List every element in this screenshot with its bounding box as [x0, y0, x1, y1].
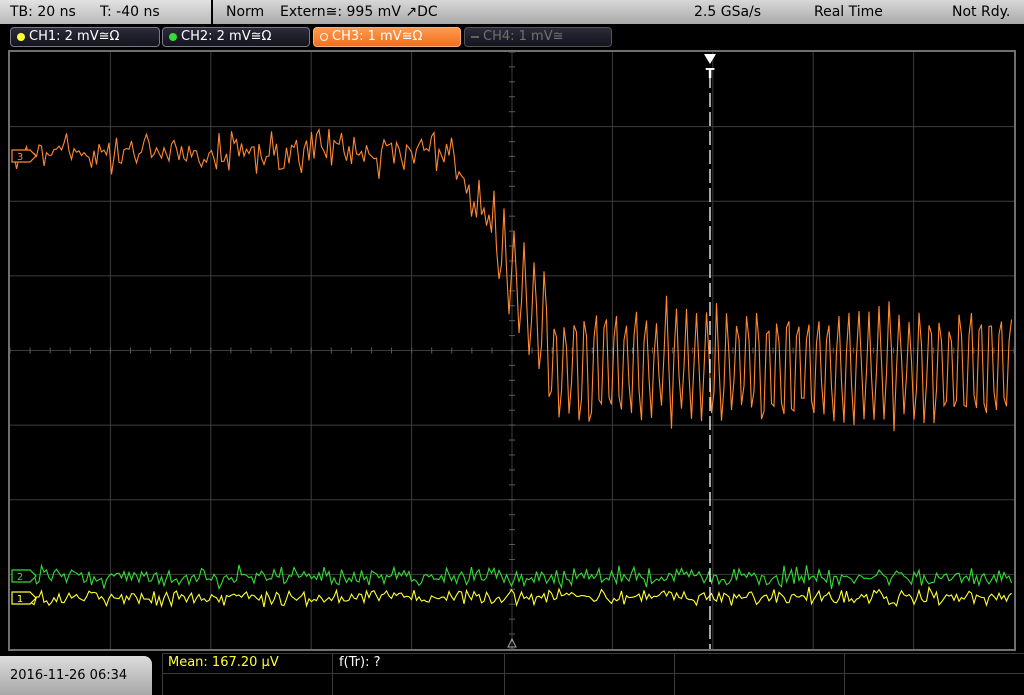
- channel-2-dot-icon: [169, 33, 177, 41]
- trigger-marker-label: T: [706, 67, 715, 82]
- channel-2-label: CH2: 2 mV≅Ω: [181, 29, 272, 44]
- channel-1-label: CH1: 2 mV≅Ω: [29, 29, 120, 44]
- status-bar: TB: 20 ns T: -40 ns Norm Extern≅: 995 mV…: [0, 0, 1024, 24]
- channel-2-button[interactable]: CH2: 2 mV≅Ω: [162, 27, 310, 47]
- acquisition-state: Not Rdy.: [952, 4, 1011, 20]
- acquisition-mode: Real Time: [814, 4, 883, 20]
- meas-col-divider: [674, 653, 675, 695]
- svg-text:2: 2: [17, 572, 23, 583]
- channel-2-offset-marker: 2: [11, 569, 37, 583]
- meas-col-divider: [844, 653, 845, 695]
- channel-1-dot-icon: [17, 33, 25, 41]
- channel-3-label: CH3: 1 mV≅Ω: [332, 29, 423, 44]
- measurement-mean: Mean: 167.20 µV: [168, 655, 279, 670]
- meas-col-divider: [504, 653, 505, 695]
- measurement-ftr: f(Tr): ?: [339, 655, 381, 670]
- trigger-time-value: T: -40 ns: [100, 4, 160, 20]
- datetime-box: 2016-11-26 06:34: [0, 656, 152, 695]
- channel-markers: 3 2 1: [11, 149, 37, 605]
- channel-3-waveform: [13, 127, 1013, 432]
- waveform-screen[interactable]: T 3 2 1: [8, 50, 1016, 651]
- meas-divider-mid: [162, 673, 1024, 674]
- measurement-panel[interactable]: Mean: 167.20 µV f(Tr): ?: [162, 653, 1024, 695]
- meas-col-divider: [332, 653, 333, 695]
- meas-col-divider: [162, 653, 163, 695]
- waveform-area: T 3 2 1: [10, 52, 1014, 649]
- channel-3-dot-icon: [320, 33, 328, 41]
- trigger-arrow-icon: [704, 54, 716, 64]
- svg-text:3: 3: [17, 152, 23, 163]
- oscilloscope-display: TB: 20 ns T: -40 ns Norm Extern≅: 995 mV…: [0, 0, 1024, 695]
- channel-2-trace: [13, 563, 1013, 591]
- trigger-mode[interactable]: Norm: [226, 3, 264, 21]
- channel-1-button[interactable]: CH1: 2 mV≅Ω: [10, 27, 160, 47]
- channel-3-trace: [13, 127, 1013, 432]
- channel-3-button[interactable]: CH3: 1 mV≅Ω: [313, 27, 461, 47]
- channel-4-button[interactable]: CH4: 1 mV≅: [464, 27, 612, 47]
- channel-3-offset-marker: 3: [11, 149, 37, 163]
- timebase-value: TB: 20 ns: [10, 4, 76, 20]
- graticule-grid: [10, 52, 1014, 649]
- channel-4-label: CH4: 1 mV≅: [483, 29, 564, 44]
- trigger-source[interactable]: Extern≅: 995 mV ↗DC: [280, 3, 438, 21]
- channel-4-dot-icon: [471, 36, 479, 38]
- svg-text:1: 1: [17, 594, 23, 605]
- meas-divider-top: [162, 653, 1024, 654]
- datetime: 2016-11-26 06:34: [10, 668, 128, 683]
- sample-rate: 2.5 GSa/s: [694, 4, 762, 20]
- channel-2-waveform: [13, 563, 1013, 591]
- timebase-box[interactable]: TB: 20 ns T: -40 ns: [0, 0, 213, 24]
- channel-bar: CH1: 2 mV≅Ω CH2: 2 mV≅Ω CH3: 1 mV≅Ω CH4:…: [0, 24, 1024, 50]
